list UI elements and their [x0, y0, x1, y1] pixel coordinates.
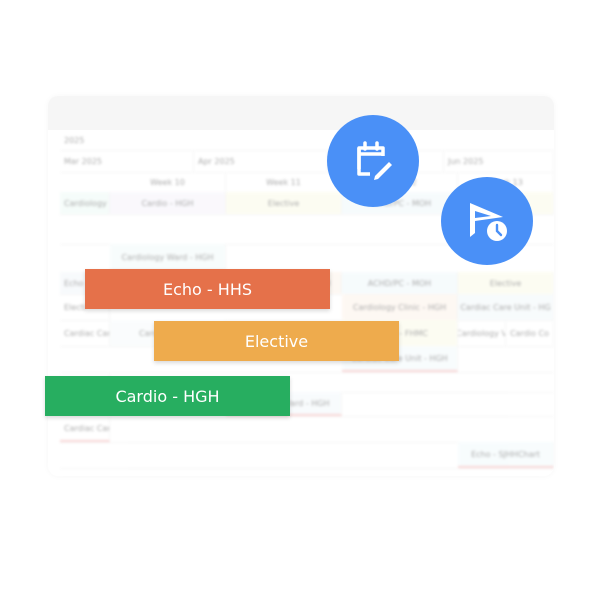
shift-cell[interactable]: Cardiology Ward - HGH [110, 244, 226, 272]
month-header: Mar 2025 [60, 150, 194, 172]
shift-bar-label: Elective [244, 331, 309, 351]
shift-cell[interactable]: Elective [226, 192, 342, 214]
shift-cell[interactable]: Cardiology Clinic - HGH [342, 294, 458, 320]
shift-cell[interactable]: Elective [458, 272, 554, 294]
week-header: Week 10 [110, 172, 226, 192]
shift-cell[interactable]: Cardiac Care [60, 416, 110, 442]
year-row: 2025 [60, 130, 554, 151]
month-header: Apr 2025 [194, 150, 328, 172]
shift-cell[interactable]: Cardio - HGH [110, 192, 226, 214]
shift-bar-cardio-hgh[interactable]: Cardio - HGH [45, 376, 290, 416]
shift-cell[interactable]: Echo - SJHHChart [458, 442, 554, 468]
week-header: Week 11 [226, 172, 342, 192]
shift-bar-label: Echo - HHS [163, 279, 252, 299]
calendar-edit-button[interactable] [327, 115, 419, 207]
shift-bar-label: Cardio - HGH [115, 386, 220, 406]
shift-cell[interactable]: Cardiology V [458, 320, 506, 346]
table-row: Echo - SJHHChart [60, 442, 554, 469]
calendar-edit-icon [357, 141, 392, 180]
table-row: Cardiac Care [60, 416, 554, 443]
shift-cell[interactable]: Cardiology W [60, 192, 110, 214]
year-label: 2025 [64, 135, 85, 145]
send-schedule-button[interactable] [441, 177, 533, 265]
shift-bar-elective[interactable]: Elective [154, 321, 399, 361]
shift-cell[interactable]: ACHD/PC - MOH [342, 272, 458, 294]
month-header: Jun 2025 [444, 150, 554, 172]
send-schedule-icon [470, 203, 507, 241]
card-header [48, 96, 554, 130]
shift-bar-echo-hhs[interactable]: Echo - HHS [85, 269, 330, 309]
shift-cell[interactable]: Cardiac Care Unit - HG [458, 294, 554, 320]
shift-cell[interactable]: Cardiac Care [60, 320, 110, 346]
month-row: Mar 2025 Apr 2025 May 2025 Jun 2025 [60, 150, 554, 173]
shift-cell[interactable]: Cardio Co [506, 320, 554, 346]
